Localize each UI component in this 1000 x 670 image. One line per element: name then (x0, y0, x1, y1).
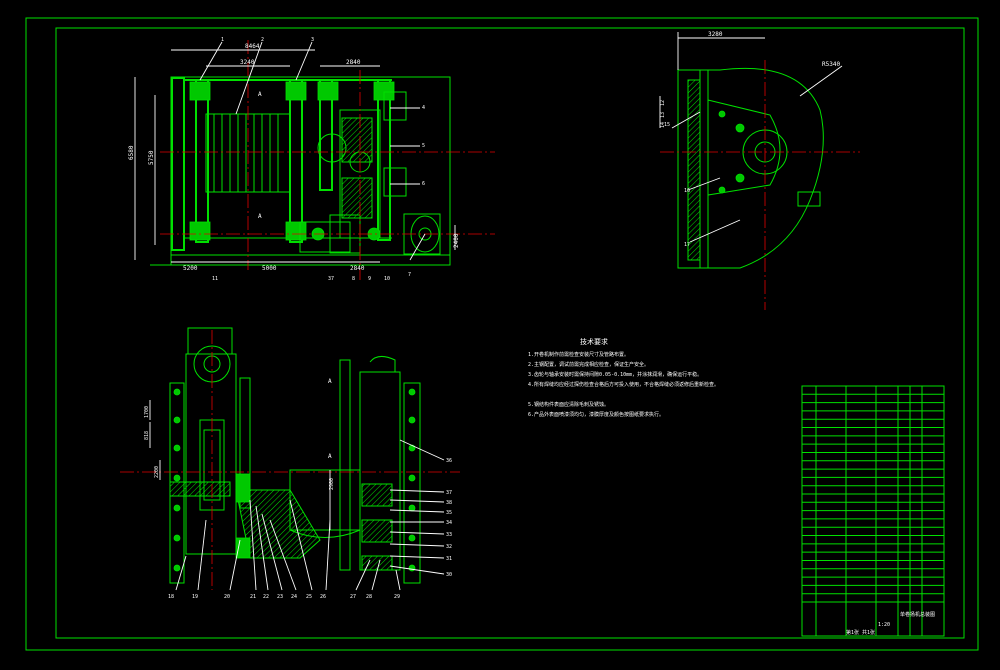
front-callout-2: 2 (261, 37, 264, 43)
section-callout-35: 35 (446, 510, 452, 516)
front-section-mark-top: A (258, 91, 262, 98)
front-base (170, 254, 451, 266)
tech-note-6: 6.产品外表面喷漆须均匀，漆膜厚度及颜色按图纸要求执行。 (528, 411, 664, 418)
front-dim-right: 2400 (453, 233, 460, 248)
title-block-name: 单卷扬机总装图 (900, 611, 935, 618)
tech-note-4: 4.所有焊缝均应经过探伤检查合格后方可投入使用，不合格焊缝必须返修后重新检查。 (528, 381, 719, 388)
front-dim-bottom: 5000 (262, 265, 277, 272)
front-callout-8: 8 (352, 276, 355, 282)
section-callout-32: 32 (446, 544, 452, 550)
section-callout-31: 31 (446, 556, 452, 562)
section-callout-20: 20 (224, 594, 230, 600)
title-block-scale: 1:20 (878, 622, 890, 628)
front-callout-7: 7 (408, 272, 411, 278)
title-block-sheet: 第1张 共1张 (846, 629, 875, 636)
drawing-canvas: 8464 3240 2840 5000 5200 2840 6580 5750 … (25, 17, 979, 651)
front-callout-9: 9 (368, 276, 371, 282)
section-callout-18: 18 (168, 594, 174, 600)
cad-drawing: 8464 3240 2840 5000 5200 2840 6580 5750 … (0, 0, 1000, 666)
section-view (120, 327, 460, 591)
section-callout-25: 25 (306, 594, 312, 600)
section-callout-29: 29 (394, 594, 400, 600)
front-section-mark-mid: A (258, 213, 262, 220)
tech-notes-title: 技术要求 (580, 337, 608, 346)
section-callout-24: 24 (291, 594, 297, 600)
front-view (134, 40, 495, 280)
front-callout-3: 3 (311, 37, 314, 43)
section-callout-37: 37 (446, 490, 452, 496)
section-callout-26: 26 (320, 594, 326, 600)
section-left-frame (185, 353, 237, 555)
section-callout-28: 28 (366, 594, 372, 600)
front-callout-4: 4 (422, 105, 425, 111)
side-dim-radius: R5340 (822, 61, 840, 68)
section-dim-2200: 2200 (154, 466, 160, 478)
front-callout-1: 1 (221, 37, 224, 43)
drum-rope-grooves (213, 114, 279, 192)
side-callout-16: 16 (684, 188, 690, 194)
front-dim-top: 8464 (245, 43, 260, 50)
side-dim-top: 3280 (708, 31, 723, 38)
front-callout-37: 37 (328, 276, 334, 282)
front-dim-left-outer: 6580 (128, 145, 135, 160)
front-callout-10: 10 (384, 276, 390, 282)
tech-note-2: 2.主钢配置，调试前需完成相应检查，保证生产安全。 (528, 361, 649, 368)
section-mark-mid: A (328, 453, 332, 460)
front-dim-top-right: 2840 (346, 59, 361, 66)
tech-note-3: 3.齿轮与轴承安装时需保持间隙0.05-0.10mm，并涂抹润滑，确保运行平稳。 (528, 371, 702, 378)
title-block: 1:20 第1张 共1张 单卷扬机总装图 (801, 385, 945, 637)
section-callout-23: 23 (277, 594, 283, 600)
section-callout-34: 34 (446, 520, 452, 526)
front-dim-bottom-right: 2840 (350, 265, 365, 272)
section-dim-drum: 2900 (329, 478, 335, 490)
technical-notes: 技术要求 1.开卷机制作前需检查安装尺寸及管路布置。 2.主钢配置，调试前需完成… (528, 337, 719, 418)
section-callout-36: 36 (446, 458, 452, 464)
front-dim-bottom-left: 5200 (183, 265, 198, 272)
section-callout-27: 27 (350, 594, 356, 600)
front-dim-top-left: 3240 (240, 59, 255, 66)
side-view (659, 32, 860, 310)
side-housing (699, 67, 824, 269)
tech-note-1: 1.开卷机制作前需检查安装尺寸及管路布置。 (528, 351, 629, 358)
tech-note-5: 5.钢结构件表面应清除毛刺及锈蚀。 (528, 401, 609, 408)
section-callout-30: 30 (446, 572, 452, 578)
section-right-frame (403, 382, 421, 584)
left-side-plate (171, 77, 185, 251)
section-callout-21: 21 (250, 594, 256, 600)
outer-sheet-border (25, 17, 979, 651)
front-dim-left-inner: 5750 (148, 150, 155, 165)
inner-drawing-frame (55, 27, 965, 639)
section-dim-1700: 1700 (144, 406, 150, 418)
front-callout-6: 6 (422, 181, 425, 187)
side-callout-17: 17 (684, 242, 690, 248)
section-callout-38: 38 (446, 500, 452, 506)
front-callout-11: 11 (212, 276, 218, 282)
section-mark-top: A (328, 378, 332, 385)
side-dim-13: 13 (660, 112, 666, 118)
front-frame (170, 76, 451, 256)
side-dim-12: 12 (660, 100, 666, 106)
section-callout-33: 33 (446, 532, 452, 538)
section-callout-19: 19 (192, 594, 198, 600)
side-callout-15: 15 (664, 122, 670, 128)
section-callout-22: 22 (263, 594, 269, 600)
front-callout-5: 5 (422, 143, 425, 149)
section-dim-818: 818 (144, 431, 150, 440)
